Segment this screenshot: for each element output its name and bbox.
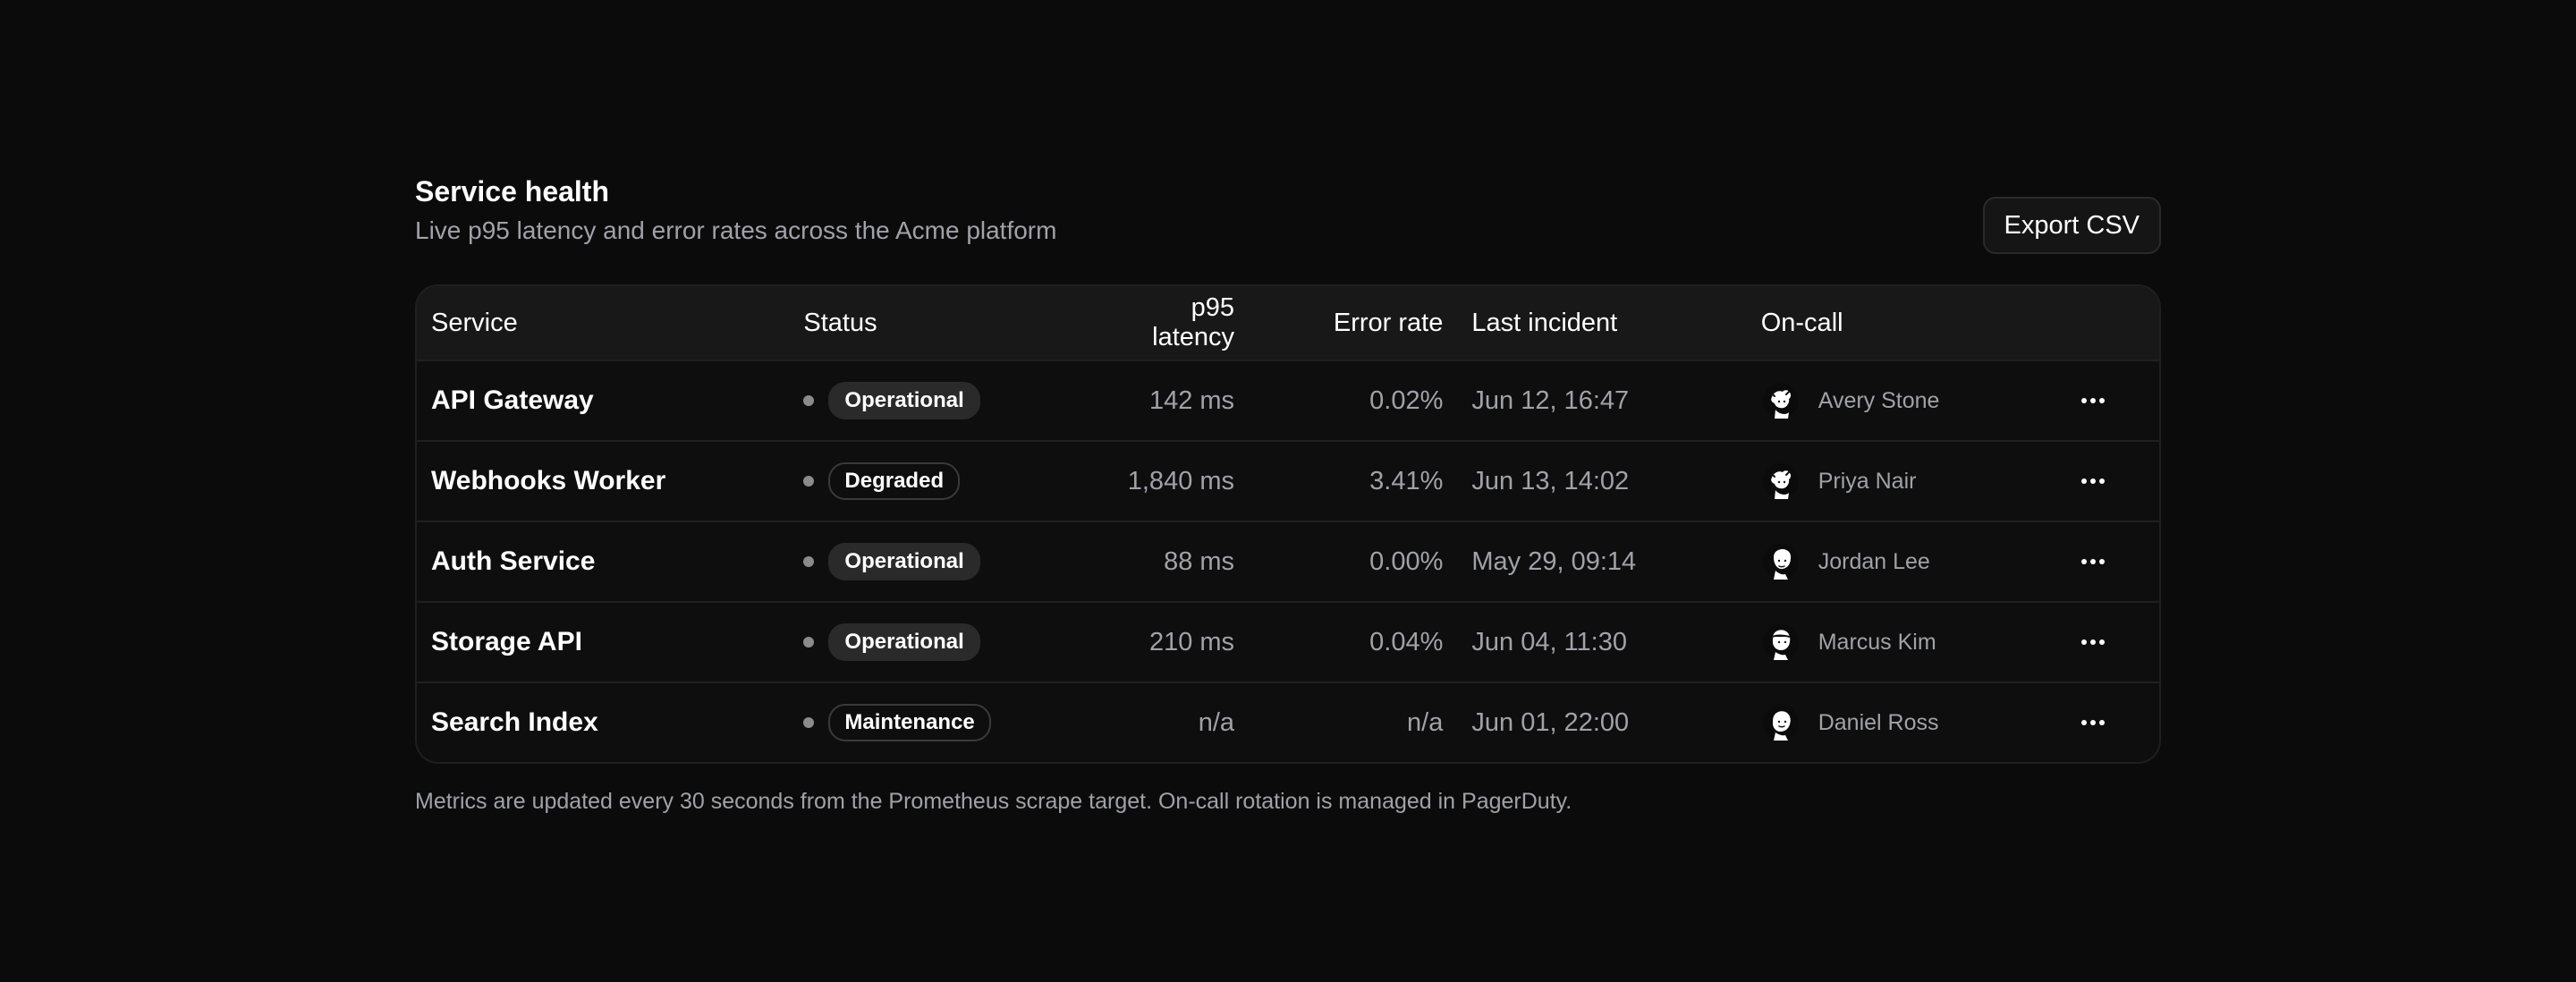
avatar-icon bbox=[1762, 624, 1799, 660]
status-badge: Degraded bbox=[828, 462, 961, 500]
error-rate-value: n/a bbox=[1407, 707, 1444, 737]
service-name: API Gateway bbox=[431, 385, 594, 415]
row-actions-button[interactable] bbox=[2073, 461, 2113, 501]
latency-value: 210 ms bbox=[1119, 602, 1235, 683]
column-header-on-call: On-call bbox=[1760, 286, 2073, 361]
row-actions-button[interactable] bbox=[2073, 622, 2113, 662]
status-cell: Operational bbox=[803, 623, 1119, 661]
more-dot bbox=[2089, 720, 2096, 725]
on-call-cell: Jordan Lee bbox=[1761, 544, 2073, 580]
on-call-cell: Daniel Ross bbox=[1761, 705, 2073, 741]
avatar-icon bbox=[1762, 463, 1799, 499]
error-rate-value: 3.41% bbox=[1234, 441, 1444, 522]
page-subtitle: Live p95 latency and error rates across … bbox=[415, 216, 1057, 244]
more-dot bbox=[2089, 639, 2096, 645]
last-incident-value: Jun 13, 14:02 bbox=[1443, 441, 1761, 522]
table-row: Storage API Operational 210 ms 0.04% Jun… bbox=[417, 602, 2159, 683]
on-call-name: Priya Nair bbox=[1818, 468, 1917, 494]
status-dot-icon bbox=[803, 476, 815, 487]
status-dot-icon bbox=[803, 395, 815, 406]
on-call-name: Daniel Ross bbox=[1818, 709, 1939, 735]
status-badge: Operational bbox=[828, 623, 980, 661]
avatar-icon bbox=[1762, 383, 1799, 419]
table-header-row: Service Status p95 latency Error rate La… bbox=[417, 286, 2159, 361]
on-call-name: Marcus Kim bbox=[1818, 629, 1936, 655]
table: Service Status p95 latency Error rate La… bbox=[417, 286, 2159, 762]
on-call-cell: Marcus Kim bbox=[1761, 624, 2073, 660]
status-badge: Maintenance bbox=[828, 704, 991, 741]
on-call-name: Avery Stone bbox=[1818, 387, 1940, 413]
latency-value: 142 ms bbox=[1119, 360, 1235, 442]
table-body: API Gateway Operational 142 ms 0.02% Jun… bbox=[417, 360, 2159, 762]
last-incident-value: Jun 12, 16:47 bbox=[1443, 360, 1761, 442]
more-dot bbox=[2098, 720, 2105, 725]
table-row: API Gateway Operational 142 ms 0.02% Jun… bbox=[417, 360, 2159, 442]
row-actions-button[interactable] bbox=[2073, 381, 2113, 420]
column-header-service: Service bbox=[417, 286, 804, 361]
more-dot bbox=[2098, 559, 2105, 564]
last-incident-value: Jun 01, 22:00 bbox=[1471, 707, 1630, 737]
export-csv-button[interactable]: Export CSV bbox=[1982, 197, 2161, 254]
status-dot-icon bbox=[803, 717, 815, 728]
on-call-cell: Avery Stone bbox=[1761, 383, 2073, 419]
latency-value: n/a bbox=[1198, 707, 1235, 737]
error-rate-value: 0.00% bbox=[1234, 521, 1444, 603]
table-row: Search Index Maintenance n/a n/a Jun 01,… bbox=[417, 682, 2159, 762]
more-dot bbox=[2080, 639, 2087, 645]
on-call-cell: Priya Nair bbox=[1761, 463, 2073, 499]
error-rate-value: 0.04% bbox=[1234, 602, 1444, 683]
on-call-name: Jordan Lee bbox=[1818, 548, 1930, 574]
more-dot bbox=[2098, 639, 2105, 645]
column-header-status: Status bbox=[803, 286, 1120, 361]
page-title: Service health bbox=[415, 175, 609, 207]
panel-header: Service health Live p95 latency and erro… bbox=[415, 174, 2161, 254]
service-table: Service Status p95 latency Error rate La… bbox=[415, 284, 2161, 764]
more-dot bbox=[2098, 398, 2105, 403]
column-header-latency: p95 latency bbox=[1119, 286, 1235, 361]
status-cell: Degraded bbox=[803, 462, 1119, 500]
row-actions-button[interactable] bbox=[2073, 703, 2113, 742]
service-name: Webhooks Worker bbox=[431, 466, 666, 495]
more-dot bbox=[2089, 559, 2096, 564]
latency-value: 1,840 ms bbox=[1119, 441, 1235, 522]
table-header: Service Status p95 latency Error rate La… bbox=[417, 286, 2159, 361]
avatar-icon bbox=[1762, 705, 1799, 741]
more-dot bbox=[2089, 398, 2096, 403]
more-dot bbox=[2080, 720, 2087, 725]
last-incident-value: Jun 04, 11:30 bbox=[1443, 602, 1761, 683]
status-dot-icon bbox=[803, 637, 815, 648]
error-rate-value: 0.02% bbox=[1234, 360, 1444, 442]
row-actions-button[interactable] bbox=[2073, 542, 2113, 581]
status-cell: Operational bbox=[803, 543, 1119, 580]
status-cell: Operational bbox=[803, 382, 1119, 419]
header-text: Service health Live p95 latency and erro… bbox=[415, 174, 1056, 247]
status-badge: Operational bbox=[828, 543, 980, 580]
footer-note: Metrics are updated every 30 seconds fro… bbox=[415, 789, 1572, 814]
service-name: Auth Service bbox=[431, 546, 596, 576]
latency-value: 88 ms bbox=[1119, 521, 1235, 603]
table-row: Webhooks Worker Degraded 1,840 ms 3.41% … bbox=[417, 441, 2159, 522]
more-dot bbox=[2089, 478, 2096, 484]
service-name: Storage API bbox=[431, 627, 582, 656]
column-header-actions bbox=[2072, 286, 2159, 361]
service-health-panel: Service health Live p95 latency and erro… bbox=[415, 174, 2161, 816]
status-cell: Maintenance bbox=[803, 704, 1119, 741]
more-dot bbox=[2098, 478, 2105, 484]
last-incident-value: May 29, 09:14 bbox=[1443, 521, 1761, 603]
column-header-error-rate: Error rate bbox=[1234, 286, 1444, 361]
more-dot bbox=[2080, 478, 2087, 484]
status-badge: Operational bbox=[828, 382, 980, 419]
column-header-last-incident: Last incident bbox=[1443, 286, 1761, 361]
more-dot bbox=[2080, 559, 2087, 564]
status-dot-icon bbox=[803, 556, 815, 567]
avatar-icon bbox=[1762, 544, 1799, 580]
service-name: Search Index bbox=[431, 707, 598, 737]
table-row: Auth Service Operational 88 ms 0.00% May… bbox=[417, 521, 2159, 603]
more-dot bbox=[2080, 398, 2087, 403]
